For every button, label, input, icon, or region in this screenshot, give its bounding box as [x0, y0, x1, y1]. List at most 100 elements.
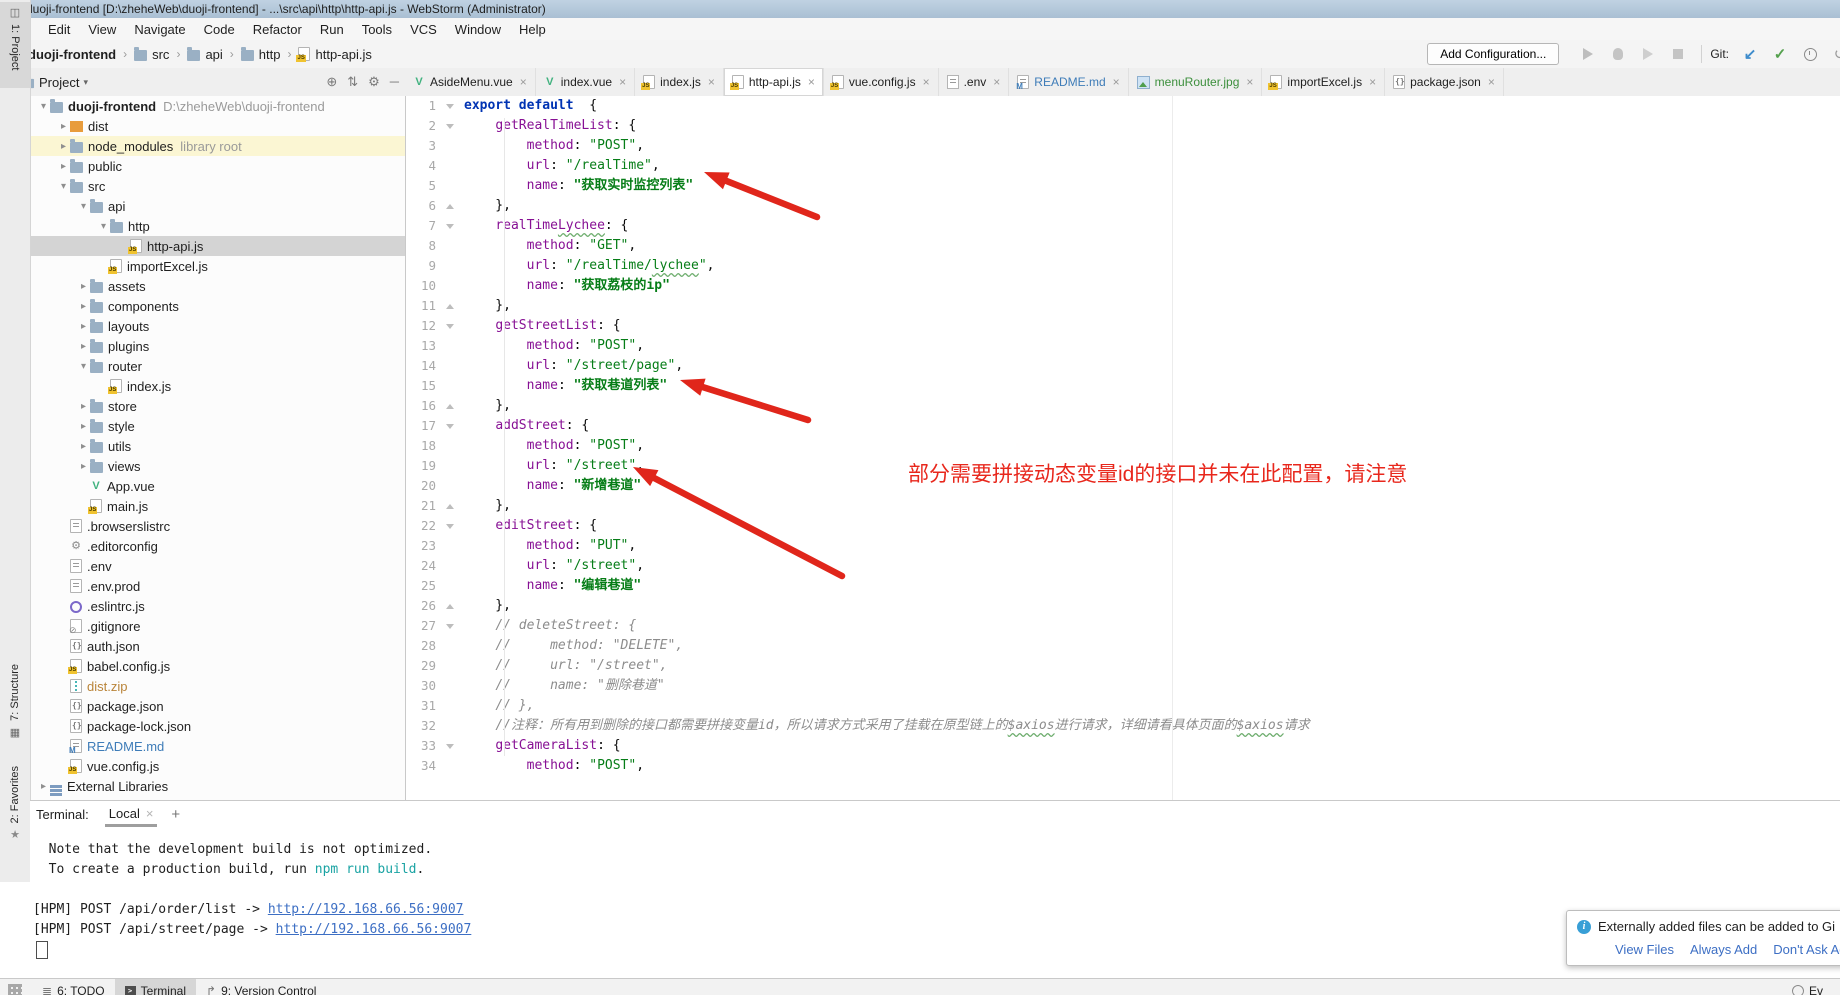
tree-item-vue.config.js[interactable]: vue.config.js	[31, 756, 405, 776]
code-line[interactable]: 4 url: "/realTime",	[406, 156, 1840, 176]
git-update-icon[interactable]: ↙	[1742, 46, 1758, 62]
chevron-collapsed-icon[interactable]: ▸	[77, 461, 90, 472]
chevron-expanded-icon[interactable]: ▾	[77, 361, 90, 372]
stop-icon[interactable]	[1670, 46, 1686, 62]
tree-item-duoji-frontend[interactable]: ▾duoji-frontendD:\zheheWeb\duoji-fronten…	[31, 96, 405, 116]
line-number[interactable]: 7	[406, 216, 436, 236]
code-line[interactable]: 2 getRealTimeList: {	[406, 116, 1840, 136]
chevron-collapsed-icon[interactable]: ▸	[77, 421, 90, 432]
code-line[interactable]: 28 // method: "DELETE",	[406, 636, 1840, 656]
line-number[interactable]: 12	[406, 316, 436, 336]
breadcrumb-item-src[interactable]: src	[132, 47, 171, 62]
tree-item-main.js[interactable]: main.js	[31, 496, 405, 516]
tool-button-favorites[interactable]: 2: Favorites ★	[0, 762, 30, 866]
editor-tab-vue.config.js[interactable]: vue.config.js×	[824, 68, 939, 96]
tree-item-assets[interactable]: ▸assets	[31, 276, 405, 296]
line-number[interactable]: 22	[406, 516, 436, 536]
breadcrumb-item-http[interactable]: http	[239, 47, 283, 62]
editor-tab-README.md[interactable]: README.md×	[1009, 68, 1128, 96]
tree-item-style[interactable]: ▸style	[31, 416, 405, 436]
chevron-collapsed-icon[interactable]: ▸	[57, 141, 70, 152]
chevron-expanded-icon[interactable]: ▾	[77, 201, 90, 212]
terminal-link[interactable]: http://192.168.66.56:9007	[268, 902, 464, 917]
fold-collapse-icon[interactable]	[446, 124, 454, 129]
chevron-collapsed-icon[interactable]: ▸	[57, 121, 70, 132]
line-number[interactable]: 31	[406, 696, 436, 716]
code-line[interactable]: 3 method: "POST",	[406, 136, 1840, 156]
fold-marker-icon[interactable]	[436, 616, 464, 636]
code-line[interactable]: 33 getCameraList: {	[406, 736, 1840, 756]
line-number[interactable]: 29	[406, 656, 436, 676]
tree-item-importExcel.js[interactable]: importExcel.js	[31, 256, 405, 276]
tree-item-utils[interactable]: ▸utils	[31, 436, 405, 456]
code-line[interactable]: 12 getStreetList: {	[406, 316, 1840, 336]
fold-marker-icon[interactable]	[436, 296, 464, 316]
new-terminal-icon[interactable]: +	[171, 806, 180, 823]
close-tab-icon[interactable]: ×	[1113, 75, 1120, 89]
editor-tab-package.json[interactable]: package.json×	[1385, 68, 1504, 96]
line-number[interactable]: 14	[406, 356, 436, 376]
line-number[interactable]: 17	[406, 416, 436, 436]
menu-navigate[interactable]: Navigate	[125, 20, 194, 39]
fold-marker-icon[interactable]	[436, 736, 464, 756]
fold-collapse-icon[interactable]	[446, 424, 454, 429]
tree-item-.editorconfig[interactable]: ⚙.editorconfig	[31, 536, 405, 556]
tree-item-auth.json[interactable]: auth.json	[31, 636, 405, 656]
line-number[interactable]: 11	[406, 296, 436, 316]
code-line[interactable]: 16 },	[406, 396, 1840, 416]
line-number[interactable]: 33	[406, 736, 436, 756]
tree-item-package.json[interactable]: package.json	[31, 696, 405, 716]
fold-end-icon[interactable]	[446, 604, 454, 609]
line-number[interactable]: 16	[406, 396, 436, 416]
tree-item-babel.config.js[interactable]: babel.config.js	[31, 656, 405, 676]
sort-icon[interactable]: ⇅	[347, 74, 358, 90]
close-tab-icon[interactable]: ×	[1488, 75, 1495, 89]
chevron-collapsed-icon[interactable]: ▸	[77, 341, 90, 352]
tree-item-README.md[interactable]: README.md	[31, 736, 405, 756]
editor-tab-index.js[interactable]: index.js×	[635, 68, 724, 96]
line-number[interactable]: 25	[406, 576, 436, 596]
chevron-collapsed-icon[interactable]: ▸	[77, 321, 90, 332]
tree-item-layouts[interactable]: ▸layouts	[31, 316, 405, 336]
menu-vcs[interactable]: VCS	[401, 20, 446, 39]
tree-item-App.vue[interactable]: VApp.vue	[31, 476, 405, 496]
fold-marker-icon[interactable]	[436, 316, 464, 336]
breadcrumb-item-api[interactable]: api	[185, 47, 224, 62]
code-line[interactable]: 6 },	[406, 196, 1840, 216]
fold-collapse-icon[interactable]	[446, 624, 454, 629]
menu-code[interactable]: Code	[195, 20, 244, 39]
line-number[interactable]: 21	[406, 496, 436, 516]
line-number[interactable]: 1	[406, 96, 436, 116]
code-line[interactable]: 30 // name: "删除巷道"	[406, 676, 1840, 696]
fold-marker-icon[interactable]	[436, 416, 464, 436]
line-number[interactable]: 15	[406, 376, 436, 396]
chevron-expanded-icon[interactable]: ▾	[37, 101, 50, 112]
editor-tab-http-api.js[interactable]: http-api.js×	[724, 68, 824, 96]
fold-marker-icon[interactable]	[436, 396, 464, 416]
close-tab-icon[interactable]: ×	[808, 75, 815, 89]
fold-marker-icon[interactable]	[436, 496, 464, 516]
code-line[interactable]: 11 },	[406, 296, 1840, 316]
line-number[interactable]: 24	[406, 556, 436, 576]
tree-item-node_modules[interactable]: ▸node_moduleslibrary root	[31, 136, 405, 156]
close-tab-icon[interactable]: ×	[619, 75, 626, 89]
fold-marker-icon[interactable]	[436, 596, 464, 616]
notification-link-always-add[interactable]: Always Add	[1690, 942, 1757, 957]
terminal-link[interactable]: http://192.168.66.56:9007	[276, 922, 472, 937]
line-number[interactable]: 10	[406, 276, 436, 296]
code-line[interactable]: 23 method: "PUT",	[406, 536, 1840, 556]
tree-item-api[interactable]: ▾api	[31, 196, 405, 216]
line-number[interactable]: 19	[406, 456, 436, 476]
tree-item-.env[interactable]: .env	[31, 556, 405, 576]
tree-item-http-api.js[interactable]: http-api.js	[31, 236, 405, 256]
project-tree[interactable]: ▾duoji-frontendD:\zheheWeb\duoji-fronten…	[31, 96, 405, 800]
tree-item-.eslintrc.js[interactable]: .eslintrc.js	[31, 596, 405, 616]
line-number[interactable]: 20	[406, 476, 436, 496]
locate-file-icon[interactable]: ⊕	[326, 74, 337, 90]
close-icon[interactable]: ×	[146, 806, 154, 821]
code-line[interactable]: 32 //注释：所有用到删除的接口都需要拼接变量id，所以请求方式采用了挂载在原…	[406, 716, 1840, 736]
code-line[interactable]: 25 name: "编辑巷道"	[406, 576, 1840, 596]
chevron-expanded-icon[interactable]: ▾	[97, 221, 110, 232]
breadcrumb-item-http-api.js[interactable]: http-api.js	[296, 47, 373, 62]
hide-panel-icon[interactable]: ─	[390, 74, 399, 90]
